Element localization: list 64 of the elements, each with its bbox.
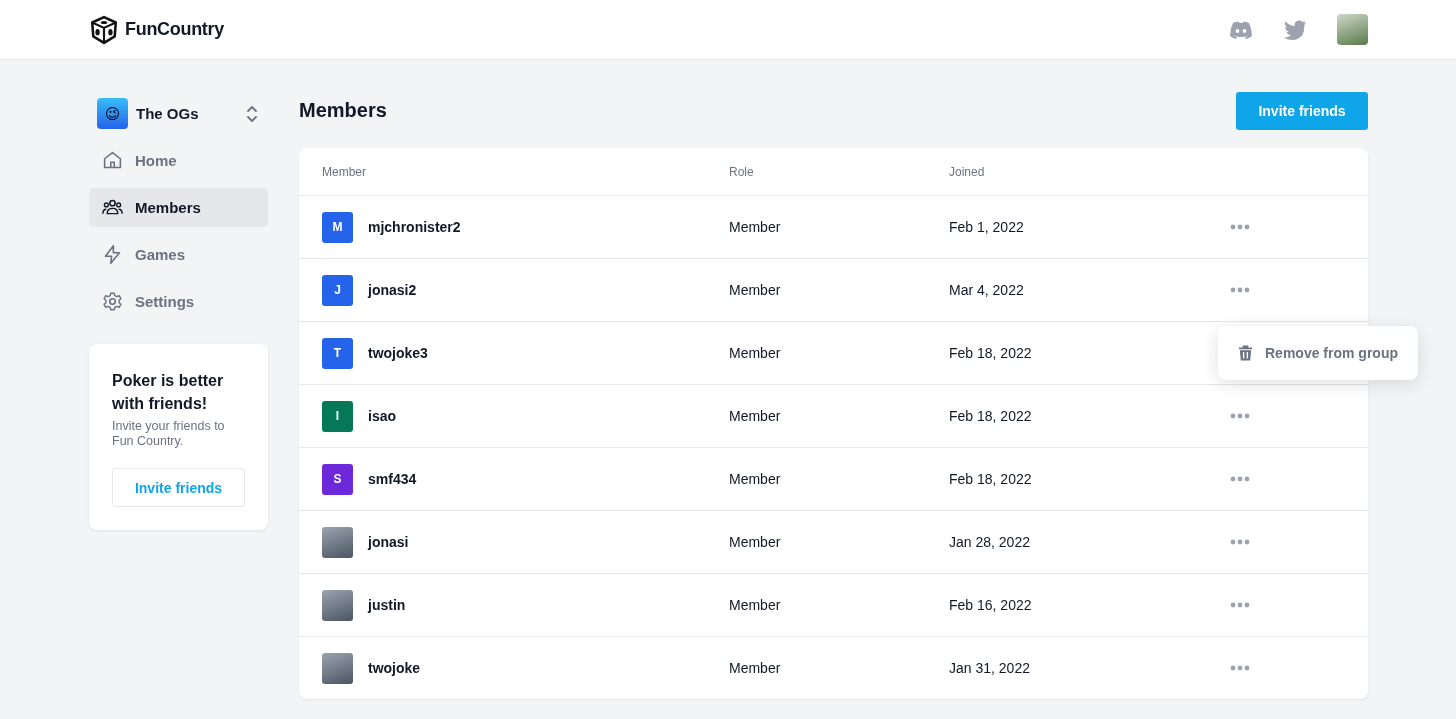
invite-friends-button[interactable]: Invite friends (1236, 91, 1368, 130)
initial-avatar: I (322, 400, 353, 432)
date-cell-text: Feb 16, 2022 (949, 597, 1033, 613)
dice-logo-icon (89, 14, 119, 45)
role-cell-text: Member (729, 660, 782, 676)
more-options-icon[interactable] (1230, 287, 1250, 293)
home-icon (102, 150, 123, 171)
lightning-icon (102, 244, 123, 265)
bird-icon[interactable] (1283, 19, 1307, 40)
brand-name[interactable]: FunCountry (125, 19, 224, 40)
settings-icon (102, 291, 123, 312)
invite-friends-button[interactable]: Invite friends (112, 468, 245, 507)
member-name: twojoke (368, 660, 421, 676)
date-cell-text: Feb 18, 2022 (949, 408, 1033, 424)
date-cell-text: Feb 18, 2022 (949, 345, 1033, 361)
role-cell-text: Member (729, 345, 782, 361)
sidebar-item[interactable]: Home (89, 141, 268, 180)
chevron-up-down-icon (246, 104, 258, 123)
column-header: Member (322, 164, 367, 179)
date-cell-text: Feb 18, 2022 (949, 471, 1033, 487)
column-header: Role (729, 164, 755, 179)
date-cell-text: Feb 1, 2022 (949, 219, 1025, 235)
group-switcher[interactable]: 😉 The OGs (89, 90, 268, 137)
member-name: jonasi (368, 534, 409, 550)
role-cell-text: Member (729, 534, 782, 550)
initial-avatar: J (322, 274, 353, 306)
more-options-icon[interactable] (1230, 476, 1250, 482)
role-cell-text: Member (729, 597, 782, 613)
more-options-icon[interactable] (1230, 413, 1250, 419)
discord-icon[interactable] (1229, 19, 1253, 40)
member-name: jonasi2 (368, 282, 417, 298)
member-name: twojoke3 (368, 345, 428, 361)
member-name: justin (368, 597, 406, 613)
promo-text: Invite your friends to Fun Country. (112, 419, 226, 449)
trash-icon (1238, 344, 1253, 362)
role-cell-text: Member (729, 282, 782, 298)
initial-avatar: M (322, 211, 353, 243)
more-options-icon[interactable] (1230, 539, 1250, 545)
column-header: Joined (949, 164, 986, 179)
role-cell-text: Member (729, 471, 782, 487)
member-name: mjchronister2 (368, 219, 461, 235)
role-cell-text: Member (729, 219, 782, 235)
member-name: smf434 (368, 471, 417, 487)
more-options-icon[interactable] (1230, 602, 1250, 608)
photo-placeholder (322, 589, 353, 621)
more-options-icon[interactable] (1230, 224, 1250, 230)
photo-placeholder (322, 526, 353, 558)
date-cell-text: Jan 28, 2022 (949, 534, 1031, 550)
remove-from-group-menu-item[interactable]: Remove from group (1218, 326, 1418, 380)
sidebar-item[interactable]: Settings (89, 282, 268, 321)
photo-placeholder (322, 652, 353, 684)
page-title: Members (299, 99, 387, 122)
group-avatar-icon: 😉 (97, 98, 128, 129)
sidebar-item[interactable]: Members (89, 188, 268, 227)
date-cell-text: Mar 4, 2022 (949, 282, 1025, 298)
initial-avatar: T (322, 337, 353, 369)
member-name: isao (368, 408, 396, 424)
profile-photo-placeholder[interactable] (1337, 14, 1368, 45)
sidebar-item[interactable]: Games (89, 235, 268, 274)
date-cell-text: Jan 31, 2022 (949, 660, 1031, 676)
role-cell-text: Member (729, 408, 782, 424)
more-options-icon[interactable] (1230, 665, 1250, 671)
initial-avatar: S (322, 463, 353, 495)
promo-title: Poker is better with friends! (112, 371, 225, 414)
